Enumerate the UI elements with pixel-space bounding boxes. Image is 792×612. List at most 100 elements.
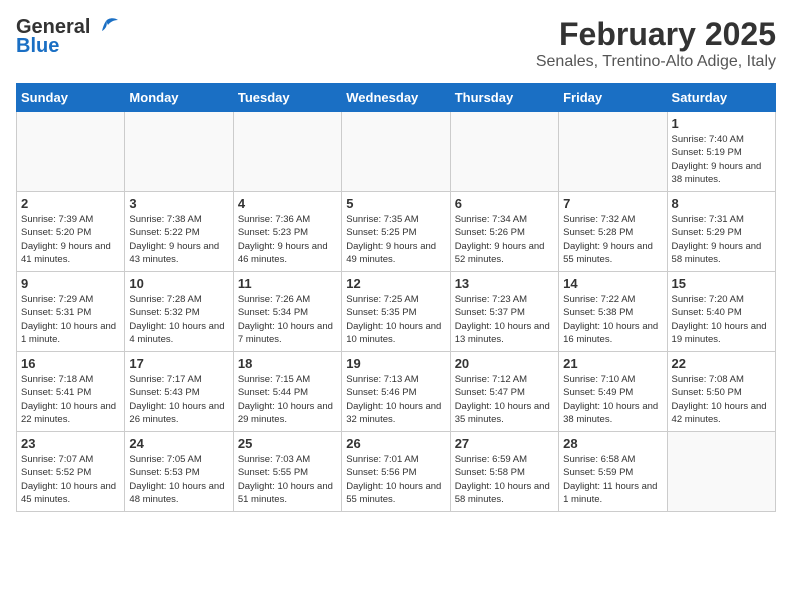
calendar-cell	[233, 112, 341, 192]
day-number: 7	[563, 196, 662, 211]
calendar-cell	[125, 112, 233, 192]
calendar-cell: 21 Sunrise: 7:10 AM Sunset: 5:49 PM Dayli…	[559, 352, 667, 432]
calendar-week-3: 9 Sunrise: 7:29 AM Sunset: 5:31 PM Daylig…	[17, 272, 776, 352]
calendar-week-2: 2 Sunrise: 7:39 AM Sunset: 5:20 PM Daylig…	[17, 192, 776, 272]
calendar-cell: 3 Sunrise: 7:38 AM Sunset: 5:22 PM Daylig…	[125, 192, 233, 272]
logo-bird-icon	[92, 17, 120, 39]
day-detail: Sunrise: 7:26 AM Sunset: 5:34 PM Dayligh…	[238, 293, 337, 346]
day-detail: Sunrise: 7:29 AM Sunset: 5:31 PM Dayligh…	[21, 293, 120, 346]
day-number: 1	[672, 116, 771, 131]
day-number: 23	[21, 436, 120, 451]
calendar-header-thursday: Thursday	[450, 84, 558, 112]
logo-blue: Blue	[16, 35, 59, 58]
day-number: 21	[563, 356, 662, 371]
day-detail: Sunrise: 7:08 AM Sunset: 5:50 PM Dayligh…	[672, 373, 771, 426]
day-number: 27	[455, 436, 554, 451]
calendar-cell: 24 Sunrise: 7:05 AM Sunset: 5:53 PM Dayli…	[125, 432, 233, 512]
calendar-cell	[17, 112, 125, 192]
day-number: 20	[455, 356, 554, 371]
calendar-week-5: 23 Sunrise: 7:07 AM Sunset: 5:52 PM Dayli…	[17, 432, 776, 512]
day-number: 26	[346, 436, 445, 451]
day-number: 24	[129, 436, 228, 451]
day-detail: Sunrise: 7:38 AM Sunset: 5:22 PM Dayligh…	[129, 213, 228, 266]
day-number: 14	[563, 276, 662, 291]
calendar-week-1: 1Sunrise: 7:40 AM Sunset: 5:19 PM Daylig…	[17, 112, 776, 192]
day-detail: Sunrise: 7:36 AM Sunset: 5:23 PM Dayligh…	[238, 213, 337, 266]
calendar-cell: 20Sunrise: 7:12 AM Sunset: 5:47 PM Dayli…	[450, 352, 558, 432]
day-number: 10	[129, 276, 228, 291]
calendar-cell: 7 Sunrise: 7:32 AM Sunset: 5:28 PM Daylig…	[559, 192, 667, 272]
day-number: 16	[21, 356, 120, 371]
day-number: 2	[21, 196, 120, 211]
day-number: 4	[238, 196, 337, 211]
calendar-header-wednesday: Wednesday	[342, 84, 450, 112]
calendar-table: SundayMondayTuesdayWednesdayThursdayFrid…	[16, 83, 776, 512]
calendar-header-sunday: Sunday	[17, 84, 125, 112]
calendar-cell: 15 Sunrise: 7:20 AM Sunset: 5:40 PM Dayli…	[667, 272, 775, 352]
calendar-cell: 18Sunrise: 7:15 AM Sunset: 5:44 PM Dayli…	[233, 352, 341, 432]
calendar-cell: 9 Sunrise: 7:29 AM Sunset: 5:31 PM Daylig…	[17, 272, 125, 352]
day-detail: Sunrise: 7:22 AM Sunset: 5:38 PM Dayligh…	[563, 293, 662, 346]
day-number: 13	[455, 276, 554, 291]
day-detail: Sunrise: 7:32 AM Sunset: 5:28 PM Dayligh…	[563, 213, 662, 266]
day-number: 22	[672, 356, 771, 371]
day-number: 12	[346, 276, 445, 291]
location-subtitle: Senales, Trentino-Alto Adige, Italy	[536, 53, 776, 71]
day-number: 5	[346, 196, 445, 211]
calendar-cell: 23 Sunrise: 7:07 AM Sunset: 5:52 PM Dayli…	[17, 432, 125, 512]
calendar-cell: 12 Sunrise: 7:25 AM Sunset: 5:35 PM Dayli…	[342, 272, 450, 352]
calendar-cell: 26 Sunrise: 7:01 AM Sunset: 5:56 PM Dayli…	[342, 432, 450, 512]
calendar-cell	[342, 112, 450, 192]
calendar-cell: 25 Sunrise: 7:03 AM Sunset: 5:55 PM Dayli…	[233, 432, 341, 512]
day-detail: Sunrise: 6:59 AM Sunset: 5:58 PM Dayligh…	[455, 453, 554, 506]
calendar-cell: 2 Sunrise: 7:39 AM Sunset: 5:20 PM Daylig…	[17, 192, 125, 272]
calendar-cell: 6Sunrise: 7:34 AM Sunset: 5:26 PM Daylig…	[450, 192, 558, 272]
calendar-header-saturday: Saturday	[667, 84, 775, 112]
day-number: 25	[238, 436, 337, 451]
day-number: 6	[455, 196, 554, 211]
day-number: 19	[346, 356, 445, 371]
calendar-cell: 27 Sunrise: 6:59 AM Sunset: 5:58 PM Dayli…	[450, 432, 558, 512]
day-number: 3	[129, 196, 228, 211]
header: General Blue February 2025 Senales, Tren…	[16, 16, 776, 71]
calendar-cell: 17 Sunrise: 7:17 AM Sunset: 5:43 PM Dayli…	[125, 352, 233, 432]
calendar-cell: 13 Sunrise: 7:23 AM Sunset: 5:37 PM Dayli…	[450, 272, 558, 352]
logo: General Blue	[16, 16, 120, 58]
day-detail: Sunrise: 7:25 AM Sunset: 5:35 PM Dayligh…	[346, 293, 445, 346]
day-number: 28	[563, 436, 662, 451]
day-number: 8	[672, 196, 771, 211]
calendar-header-tuesday: Tuesday	[233, 84, 341, 112]
day-detail: Sunrise: 7:01 AM Sunset: 5:56 PM Dayligh…	[346, 453, 445, 506]
calendar-week-4: 16 Sunrise: 7:18 AM Sunset: 5:41 PM Dayli…	[17, 352, 776, 432]
day-detail: Sunrise: 7:03 AM Sunset: 5:55 PM Dayligh…	[238, 453, 337, 506]
day-detail: Sunrise: 7:28 AM Sunset: 5:32 PM Dayligh…	[129, 293, 228, 346]
day-number: 15	[672, 276, 771, 291]
day-detail: Sunrise: 7:18 AM Sunset: 5:41 PM Dayligh…	[21, 373, 120, 426]
calendar-cell: 1Sunrise: 7:40 AM Sunset: 5:19 PM Daylig…	[667, 112, 775, 192]
calendar-cell: 14 Sunrise: 7:22 AM Sunset: 5:38 PM Dayli…	[559, 272, 667, 352]
day-detail: Sunrise: 7:05 AM Sunset: 5:53 PM Dayligh…	[129, 453, 228, 506]
day-detail: Sunrise: 7:07 AM Sunset: 5:52 PM Dayligh…	[21, 453, 120, 506]
day-number: 17	[129, 356, 228, 371]
day-detail: Sunrise: 7:13 AM Sunset: 5:46 PM Dayligh…	[346, 373, 445, 426]
calendar-cell	[559, 112, 667, 192]
calendar-cell	[450, 112, 558, 192]
day-detail: Sunrise: 7:10 AM Sunset: 5:49 PM Dayligh…	[563, 373, 662, 426]
day-detail: Sunrise: 7:17 AM Sunset: 5:43 PM Dayligh…	[129, 373, 228, 426]
day-detail: Sunrise: 7:23 AM Sunset: 5:37 PM Dayligh…	[455, 293, 554, 346]
day-number: 11	[238, 276, 337, 291]
calendar-cell: 5 Sunrise: 7:35 AM Sunset: 5:25 PM Daylig…	[342, 192, 450, 272]
calendar-cell: 16 Sunrise: 7:18 AM Sunset: 5:41 PM Dayli…	[17, 352, 125, 432]
day-detail: Sunrise: 7:31 AM Sunset: 5:29 PM Dayligh…	[672, 213, 771, 266]
calendar-cell: 22 Sunrise: 7:08 AM Sunset: 5:50 PM Dayli…	[667, 352, 775, 432]
day-detail: Sunrise: 7:15 AM Sunset: 5:44 PM Dayligh…	[238, 373, 337, 426]
calendar-cell	[667, 432, 775, 512]
day-detail: Sunrise: 7:35 AM Sunset: 5:25 PM Dayligh…	[346, 213, 445, 266]
calendar-cell: 11 Sunrise: 7:26 AM Sunset: 5:34 PM Dayli…	[233, 272, 341, 352]
month-year-title: February 2025	[536, 16, 776, 53]
title-area: February 2025 Senales, Trentino-Alto Adi…	[536, 16, 776, 71]
day-detail: Sunrise: 6:58 AM Sunset: 5:59 PM Dayligh…	[563, 453, 662, 506]
day-detail: Sunrise: 7:20 AM Sunset: 5:40 PM Dayligh…	[672, 293, 771, 346]
day-number: 9	[21, 276, 120, 291]
day-detail: Sunrise: 7:39 AM Sunset: 5:20 PM Dayligh…	[21, 213, 120, 266]
